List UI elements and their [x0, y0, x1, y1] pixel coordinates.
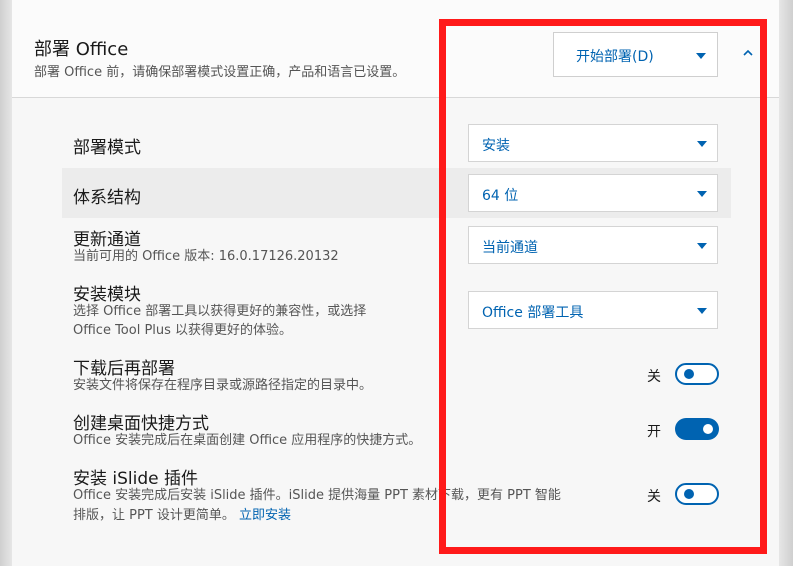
- islide-desc-line2: 排版，让 PPT 设计更简单。 立即安装: [73, 506, 291, 526]
- install-now-link[interactable]: 立即安装: [239, 508, 291, 523]
- background-right: [779, 0, 793, 566]
- module-desc-line2: Office Tool Plus 以获得更好的体验。: [73, 323, 293, 338]
- panel-subtitle: 部署 Office 前，请确保部署模式设置正确，产品和语言已设置。: [34, 65, 406, 80]
- highlight-annotation-box: [439, 19, 767, 554]
- channel-desc: 当前可用的 Office 版本: 16.0.17126.20132: [73, 249, 339, 264]
- panel-title: 部署 Office: [34, 39, 129, 60]
- background-left: [0, 0, 12, 566]
- islide-desc-text: 排版，让 PPT 设计更简单。: [73, 508, 235, 523]
- module-desc-line1: 选择 Office 部署工具以获得更好的兼容性，或选择: [73, 304, 367, 319]
- arch-label: 体系结构: [73, 188, 141, 208]
- shortcut-desc: Office 安装完成后在桌面创建 Office 应用程序的快捷方式。: [73, 433, 422, 448]
- download-first-desc: 安装文件将保存在程序目录或源路径指定的目录中。: [73, 378, 373, 393]
- mode-label: 部署模式: [73, 138, 141, 158]
